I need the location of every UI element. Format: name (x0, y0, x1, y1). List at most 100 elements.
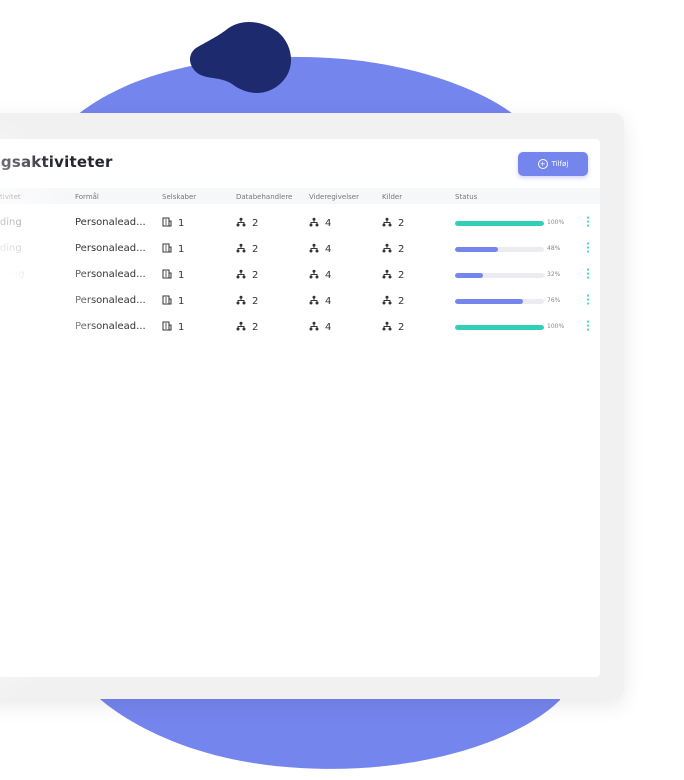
status-progress-fill (455, 273, 484, 278)
sources-cell: 2 (382, 295, 404, 307)
page-title: ngsaktiviteter (0, 153, 113, 171)
companies-count: 1 (178, 244, 185, 255)
status-progress-bar (455, 221, 544, 226)
row-more-menu-icon[interactable]: · · · (586, 240, 590, 258)
status-progress-fill (455, 247, 498, 252)
activity-cell: ırding (0, 269, 25, 280)
companies-cell: 1 (162, 321, 184, 333)
building-icon (162, 295, 172, 305)
disclosures-count: 4 (325, 322, 332, 333)
column-purpose[interactable]: Formål (75, 193, 99, 201)
column-status[interactable]: Status (455, 193, 477, 201)
network-icon (382, 243, 392, 253)
status-percent: 100% (547, 323, 565, 330)
content-panel: ngsaktiviteter + Tilføj ktivitet Formål … (0, 139, 600, 677)
column-disclosures[interactable]: Videregivelser (309, 193, 359, 201)
building-icon (162, 217, 172, 227)
network-icon (309, 217, 319, 227)
sources-cell: 2 (382, 269, 404, 281)
purpose-cell: Personalead... (75, 243, 146, 254)
table-header: ktivitet Formål Selskaber Databehandlere… (0, 188, 600, 204)
sources-count: 2 (398, 296, 405, 307)
network-icon (309, 321, 319, 331)
activity-cell: rding (0, 217, 22, 228)
status-percent: 76% (547, 297, 561, 304)
status-percent: 48% (547, 245, 561, 252)
disclosures-count: 4 (325, 218, 332, 229)
table-row[interactable]: arding Personalead... 1 2 4 2 100% ··· (0, 315, 600, 341)
table-row[interactable]: rding Personalead... 1 2 4 2 100% ··· (0, 211, 600, 237)
sources-cell: 2 (382, 321, 404, 333)
processors-cell: 2 (236, 269, 258, 281)
status-progress-bar (455, 273, 544, 278)
disclosures-cell: 4 (309, 295, 331, 307)
processors-cell: 2 (236, 321, 258, 333)
purpose-cell: Personalead... (75, 269, 146, 280)
network-icon (236, 243, 246, 253)
activity-cell: arding (0, 321, 28, 332)
network-icon (382, 269, 392, 279)
companies-cell: 1 (162, 269, 184, 281)
status-percent: 32% (547, 271, 561, 278)
companies-cell: 1 (162, 243, 184, 255)
row-more-menu-icon[interactable]: · · · (586, 318, 590, 336)
sources-count: 2 (398, 322, 405, 333)
table-row[interactable]: rding Personalead... 1 2 4 2 48% ··· (0, 237, 600, 263)
sources-cell: 2 (382, 217, 404, 229)
column-processors[interactable]: Databehandlere (236, 193, 292, 201)
building-icon (162, 269, 172, 279)
disclosures-count: 4 (325, 296, 332, 307)
companies-count: 1 (178, 296, 185, 307)
status-progress-fill (455, 221, 544, 226)
companies-cell: 1 (162, 295, 184, 307)
status-progress-bar (455, 247, 544, 252)
status-progress-bar (455, 299, 544, 304)
processors-cell: 2 (236, 217, 258, 229)
column-sources[interactable]: Kilder (382, 193, 402, 201)
status-progress-fill (455, 325, 544, 330)
row-more-menu-icon[interactable]: · · · (586, 266, 590, 284)
activity-cell: rding (0, 243, 22, 254)
disclosures-cell: 4 (309, 243, 331, 255)
building-icon (162, 321, 172, 331)
processors-cell: 2 (236, 243, 258, 255)
plus-circle-icon: + (537, 159, 548, 169)
disclosures-cell: 4 (309, 217, 331, 229)
table-row[interactable]: ırding Personalead... 1 2 4 2 32% ··· (0, 263, 600, 289)
processors-count: 2 (252, 244, 259, 255)
column-companies[interactable]: Selskaber (162, 193, 196, 201)
network-icon (382, 321, 392, 331)
row-more-menu-icon[interactable]: · · · (586, 214, 590, 232)
activity-cell: arding (0, 295, 28, 306)
table-row[interactable]: arding Personalead... 1 2 4 2 76% ··· (0, 289, 600, 315)
status-progress-bar (455, 325, 544, 330)
add-button[interactable]: + Tilføj (518, 152, 588, 176)
row-more-menu-icon[interactable]: · · · (586, 292, 590, 310)
purpose-cell: Personalead... (75, 217, 146, 228)
network-icon (382, 295, 392, 305)
network-icon (309, 295, 319, 305)
network-icon (236, 217, 246, 227)
processors-cell: 2 (236, 295, 258, 307)
processors-count: 2 (252, 270, 259, 281)
building-icon (162, 243, 172, 253)
disclosures-count: 4 (325, 244, 332, 255)
sources-count: 2 (398, 244, 405, 255)
network-icon (236, 295, 246, 305)
add-button-label: Tilføj (551, 160, 569, 168)
status-progress-fill (455, 299, 523, 304)
companies-count: 1 (178, 322, 185, 333)
network-icon (309, 243, 319, 253)
disclosures-cell: 4 (309, 321, 331, 333)
companies-cell: 1 (162, 217, 184, 229)
processors-count: 2 (252, 218, 259, 229)
disclosures-cell: 4 (309, 269, 331, 281)
sources-count: 2 (398, 270, 405, 281)
companies-count: 1 (178, 218, 185, 229)
network-icon (382, 217, 392, 227)
column-activity[interactable]: ktivitet (0, 193, 21, 201)
purpose-cell: Personalead... (75, 295, 146, 306)
processors-count: 2 (252, 296, 259, 307)
disclosures-count: 4 (325, 270, 332, 281)
sources-cell: 2 (382, 243, 404, 255)
